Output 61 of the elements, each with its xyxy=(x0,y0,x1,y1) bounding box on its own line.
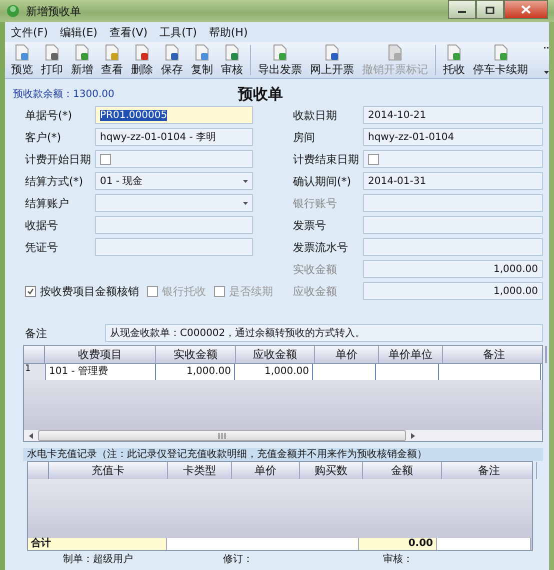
table-cell: 1,000.00 xyxy=(156,364,235,380)
toolbar-button[interactable]: 导出发票 xyxy=(254,44,306,76)
table-cell: 1,000.00 xyxy=(235,364,313,380)
footer-text: 审核： xyxy=(383,552,414,566)
field-label: 备注 xyxy=(24,326,48,340)
input-field[interactable]: hqwy-zz-01-0104 xyxy=(363,128,543,146)
menu-item[interactable]: 帮助(H) xyxy=(208,24,248,40)
toolbar-button[interactable]: 复制 xyxy=(187,44,217,76)
window-title: 新增预收单 xyxy=(26,4,81,18)
field-label: 银行账号 xyxy=(293,196,338,210)
input-field[interactable]: hqwy-zz-01-0104 - 李明 xyxy=(95,128,253,146)
input-field[interactable]: PR01.000005 xyxy=(95,106,253,124)
field-label: 应收金额 xyxy=(293,284,338,298)
toolbar-button[interactable]: 预览 xyxy=(7,44,37,76)
column-header[interactable]: 购买数 xyxy=(300,462,363,479)
toolbar-button[interactable]: 查看 xyxy=(97,44,127,76)
total-label: 合计 xyxy=(28,538,167,550)
menu-item[interactable]: 编辑(E) xyxy=(60,24,98,40)
field-label: 确认期间(*) xyxy=(293,174,352,188)
footer-text: 制单：超级用户 xyxy=(63,552,134,566)
form-title: 预收单 xyxy=(238,84,283,104)
toolbar-button[interactable]: 审核 xyxy=(217,44,247,76)
footer-text: 修订： xyxy=(223,553,254,566)
input-field[interactable]: 2014-10-21 xyxy=(363,106,543,124)
column-header[interactable]: 单价 xyxy=(232,462,300,479)
toolbar-button[interactable]: 新增 xyxy=(67,44,97,76)
column-header[interactable]: 卡类型 xyxy=(168,462,232,479)
field-label: 实收金额 xyxy=(293,262,338,276)
toolbar-button[interactable]: 删除 xyxy=(127,44,157,76)
column-header[interactable]: 金额 xyxy=(363,462,442,479)
row-number: 1 xyxy=(24,364,46,380)
toolbar-button[interactable]: 打印 xyxy=(37,44,67,76)
input-field[interactable]: 从现金收款单：C000002，通过余额转预收的方式转入。 xyxy=(105,324,543,342)
field-label: 发票号 xyxy=(293,218,327,232)
toolbar-button[interactable]: 保存 xyxy=(157,44,187,76)
menu-item[interactable]: 文件(F) xyxy=(11,24,48,40)
table-cell: 101 - 管理费 xyxy=(46,364,156,380)
column-header[interactable]: 备注 xyxy=(442,462,537,479)
checkbox-option[interactable]: 按收费项目金额核销 xyxy=(25,284,139,298)
input-field[interactable]: 01 - 现金 xyxy=(95,172,253,190)
field-label: 单据号(*) xyxy=(24,108,74,122)
field-label: 房间 xyxy=(293,130,316,144)
field-label: 结算方式(*) xyxy=(24,174,84,188)
menu-item[interactable]: 查看(V) xyxy=(109,24,148,40)
section-header: 水电卡充值记录（注：此记录仅登记充值收款明细，充值金额并不用来作为预收核销金额） xyxy=(23,448,543,461)
field-label: 客户(*) xyxy=(24,130,62,144)
column-header[interactable]: 充值卡 xyxy=(49,462,168,479)
field-label: 发票流水号 xyxy=(293,240,349,254)
input-field[interactable]: 2014-01-31 xyxy=(363,172,543,190)
balance-text: 预收款余额：1300.00 xyxy=(13,88,116,101)
field-label: 收款日期 xyxy=(293,108,338,122)
field-label: 收据号 xyxy=(24,218,59,232)
field-label: 计费结束日期 xyxy=(293,152,360,166)
total-amount: 0.00 xyxy=(359,538,437,550)
field-label: 凭证号 xyxy=(24,240,59,254)
menu-item[interactable]: 工具(T) xyxy=(160,24,197,40)
field-label: 计费开始日期 xyxy=(24,152,92,166)
toolbar-button[interactable]: 网上开票 xyxy=(306,44,358,76)
field-label: 结算账户 xyxy=(24,196,70,210)
toolbar-button[interactable]: 停车卡续期 xyxy=(469,44,532,76)
toolbar-button[interactable]: 托收 xyxy=(439,44,469,76)
